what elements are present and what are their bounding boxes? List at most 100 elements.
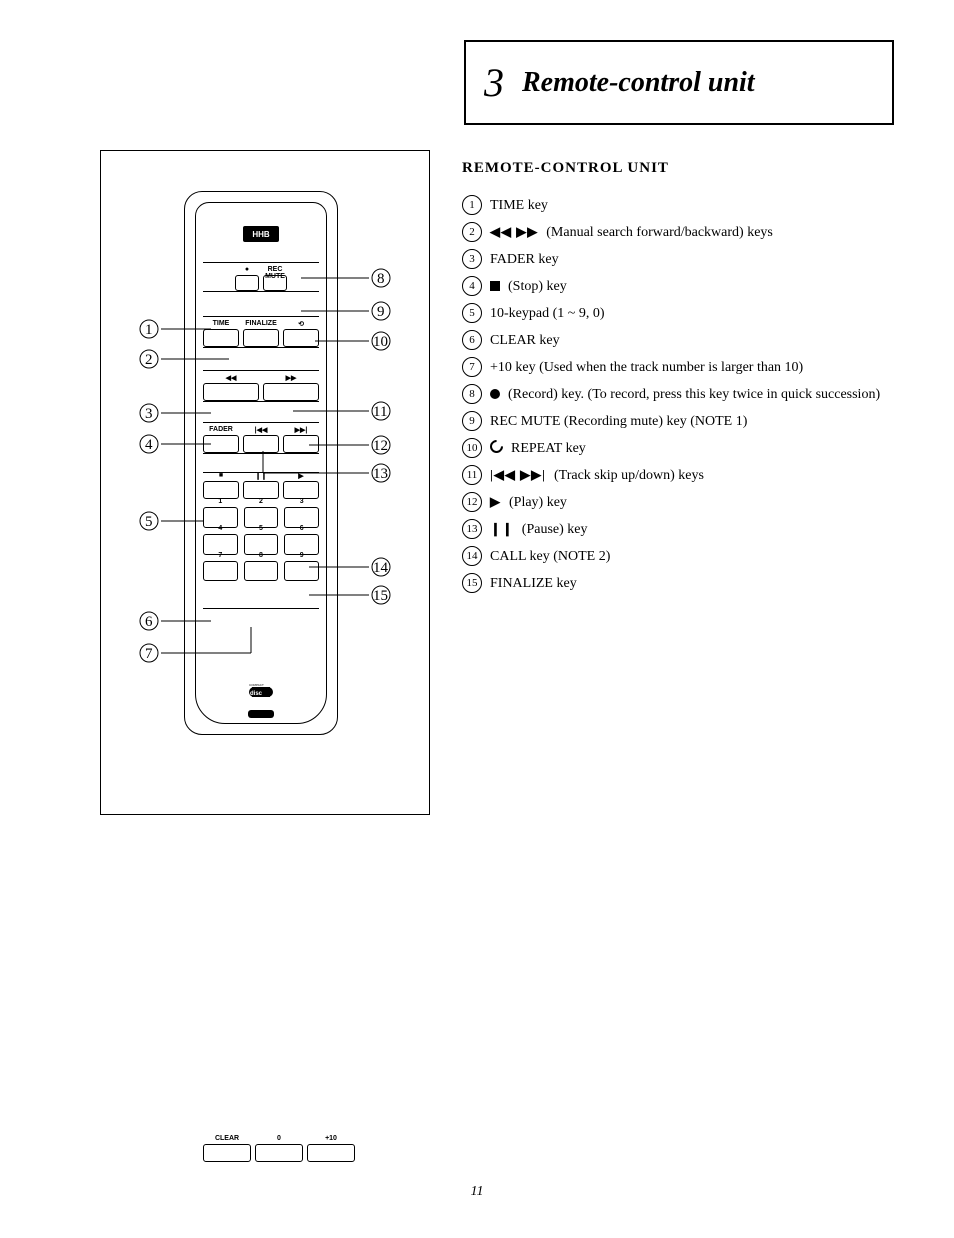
svg-text:3: 3 (145, 406, 153, 422)
brand-badge: HHB (243, 226, 279, 242)
svg-text:2: 2 (145, 352, 153, 368)
legend-item-5: 5 10-keypad (1 ~ 9, 0) (462, 303, 902, 324)
prev-icon: |◀◀ (244, 426, 278, 434)
remote-body: HHB ● REC MUTE TIME (184, 191, 338, 735)
svg-text:4: 4 (145, 437, 153, 453)
clear-button: CLEAR (203, 1144, 251, 1162)
svg-text:13: 13 (373, 466, 388, 482)
legend-num: 13 (462, 519, 482, 539)
legend-item-8: 8 (Record) key. (To record, press this k… (462, 384, 902, 405)
panel-search-skip: ◀◀ ▶▶ (203, 370, 319, 402)
fader-button: FADER (203, 435, 239, 453)
record-button: ● (235, 275, 259, 291)
legend-item-6: 6 CLEAR key (462, 330, 902, 351)
panel-top: ● REC MUTE (203, 262, 319, 292)
legend-item-13: 13 ❙❙ (Pause) key (462, 519, 902, 540)
panel-time-row: TIME FINALIZE ⟲ (203, 316, 319, 348)
legend-text: (Play) key (509, 492, 902, 513)
time-label: TIME (204, 320, 238, 327)
legend-text: REC MUTE (Recording mute) key (NOTE 1) (490, 411, 902, 432)
legend-num: 10 (462, 438, 482, 458)
legend-item-1: 1 TIME key (462, 195, 902, 216)
plus10-label: +10 (308, 1135, 354, 1142)
legend-item-15: 15 FINALIZE key (462, 573, 902, 594)
legend-item-4: 4 (Stop) key (462, 276, 902, 297)
legend-item-9: 9 REC MUTE (Recording mute) key (NOTE 1) (462, 411, 902, 432)
ir-window (248, 710, 274, 718)
diagram-frame: HHB ● REC MUTE TIME (100, 150, 430, 815)
legend-num: 3 (462, 249, 482, 269)
legend-text: (Record) key. (To record, press this key… (508, 384, 902, 405)
play-icon: ▶ (490, 492, 501, 512)
svg-text:disc: disc (250, 691, 263, 697)
prev-track-button: |◀◀ (243, 435, 279, 453)
legend-text: (Track skip up/down) keys (554, 465, 902, 486)
legend-num: 1 (462, 195, 482, 215)
skip-icon: |◀◀ ▶▶| (490, 465, 546, 485)
clear-label: CLEAR (204, 1135, 250, 1142)
compact-disc-logo: COMPACT disc DIGITAL AUDIO (243, 674, 279, 706)
key-7: 7 (203, 561, 238, 582)
svg-text:6: 6 (145, 614, 153, 630)
legend-text: 10-keypad (1 ~ 9, 0) (490, 303, 902, 324)
svg-text:5: 5 (145, 514, 153, 530)
rec-mute-label: REC MUTE (264, 266, 286, 280)
legend-text: REPEAT key (511, 438, 902, 459)
play-button: ▶ (283, 481, 319, 499)
stop-icon: ■ (204, 472, 238, 479)
key-8: 8 (244, 561, 279, 582)
rewind-icon: ◀◀ (204, 374, 258, 382)
stop-icon (490, 276, 500, 296)
legend-item-10: 10 REPEAT key (462, 438, 902, 459)
repeat-button: ⟲ (283, 329, 319, 347)
legend-text: TIME key (490, 195, 902, 216)
section-title-box: 3 Remote-control unit (464, 40, 894, 125)
disc-label-bottom: DIGITAL AUDIO (249, 698, 271, 699)
next-icon: ▶▶| (284, 426, 318, 434)
record-icon: ● (236, 266, 258, 273)
plus10-button: +10 (307, 1144, 355, 1162)
svg-text:11: 11 (373, 404, 387, 420)
section-title: Remote-control unit (522, 67, 755, 99)
record-icon (490, 384, 500, 404)
next-track-button: ▶▶| (283, 435, 319, 453)
key-0: 0 (255, 1144, 303, 1162)
fast-forward-icon: ▶▶ (264, 374, 318, 382)
legend-text: CLEAR key (490, 330, 902, 351)
legend-num: 12 (462, 492, 482, 512)
panel-grid: ■ ❙❙ ▶ 1 2 3 4 5 (203, 472, 319, 609)
legend-text: +10 key (Used when the track number is l… (490, 357, 902, 378)
ten-key-grid: 1 2 3 4 5 6 7 8 9 (203, 499, 319, 608)
legend-num: 4 (462, 276, 482, 296)
legend-text: (Stop) key (508, 276, 902, 297)
svg-text:1: 1 (145, 322, 153, 338)
svg-text:14: 14 (373, 560, 389, 576)
svg-text:12: 12 (373, 438, 388, 454)
disc-label-top: COMPACT (249, 683, 264, 687)
svg-text:7: 7 (145, 646, 153, 662)
svg-text:9: 9 (377, 304, 385, 320)
page: 3 Remote-control unit HHB ● REC MUTE (0, 0, 954, 1238)
fast-forward-button: ▶▶ (263, 383, 319, 401)
legend-text: FINALIZE key (490, 573, 902, 594)
legend-num: 11 (462, 465, 482, 485)
svg-text:10: 10 (373, 334, 388, 350)
zero-label: 0 (256, 1135, 302, 1142)
pause-icon: ❙❙ (490, 519, 514, 539)
legend-num: 6 (462, 330, 482, 350)
bottom-row: CLEAR 0 +10 (203, 620, 355, 1162)
legend-num: 9 (462, 411, 482, 431)
legend-heading: REMOTE-CONTROL UNIT (462, 160, 902, 177)
legend-item-14: 14 CALL key (NOTE 2) (462, 546, 902, 567)
fader-label: FADER (204, 426, 238, 433)
legend-item-3: 3 FADER key (462, 249, 902, 270)
legend-text: FADER key (490, 249, 902, 270)
rec-mute-button: REC MUTE (263, 275, 287, 291)
finalize-label: FINALIZE (244, 320, 278, 327)
time-button: TIME (203, 329, 239, 347)
play-icon: ▶ (284, 472, 318, 480)
section-number: 3 (484, 59, 504, 106)
legend-item-12: 12 ▶ (Play) key (462, 492, 902, 513)
page-number: 11 (471, 1184, 484, 1200)
rewind-button: ◀◀ (203, 383, 259, 401)
